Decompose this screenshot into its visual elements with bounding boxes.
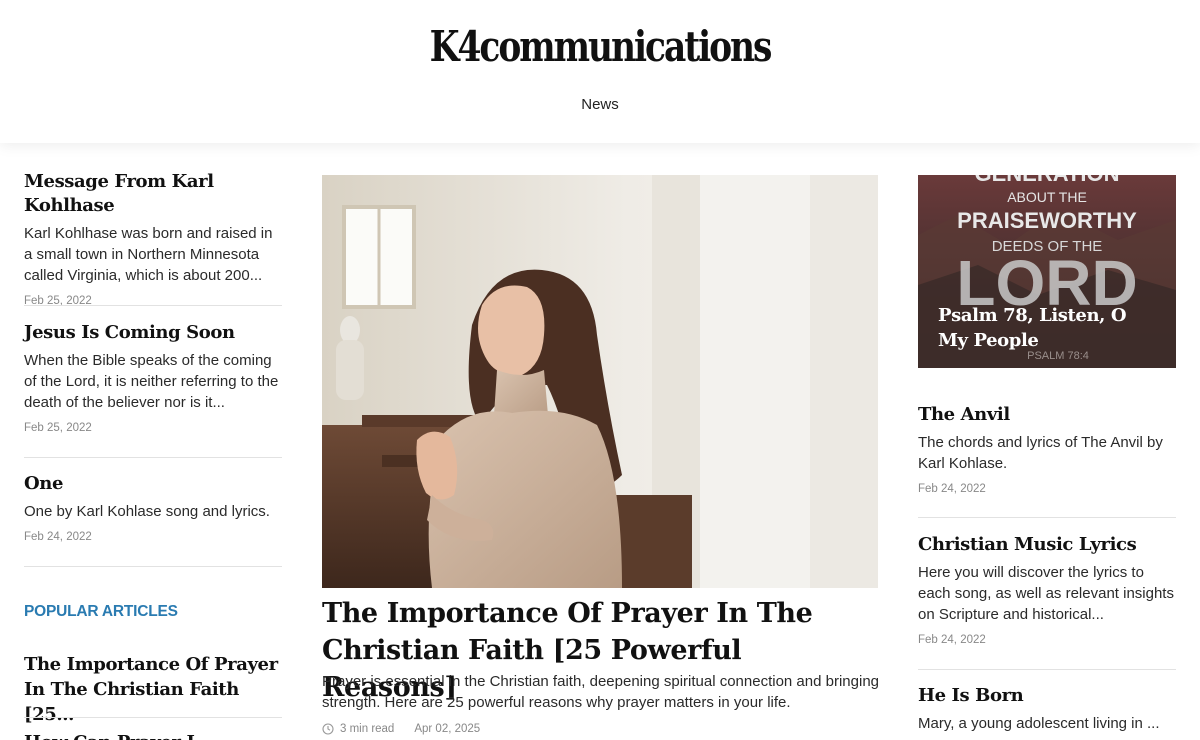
- popular-article[interactable]: The Importance Of Prayer In The Christia…: [24, 652, 282, 727]
- popular-article-title[interactable]: How Can Prayer I...: [24, 730, 282, 740]
- article-excerpt: Mary, a young adolescent living in ...: [918, 715, 1160, 732]
- praying-woman-photo: [322, 175, 878, 588]
- article-title[interactable]: Message From Karl Kohlhase: [24, 170, 282, 218]
- featured-article-meta: 3 min read Apr 02, 2025: [322, 723, 480, 735]
- article-card[interactable]: Jesus Is Coming Soon When the Bible spea…: [24, 321, 282, 434]
- article-date: Apr 02, 2025: [414, 723, 481, 735]
- article-excerpt: The chords and lyrics of The Anvil by Ka…: [918, 434, 1163, 472]
- article-card[interactable]: He Is Born Mary, a young adolescent livi…: [918, 684, 1176, 734]
- article-date: Feb 25, 2022: [24, 422, 92, 434]
- article-date: Feb 24, 2022: [918, 483, 986, 495]
- divider: [918, 669, 1176, 670]
- divider: [24, 566, 282, 567]
- nav-item-news[interactable]: News: [0, 96, 1200, 113]
- divider: [24, 305, 282, 306]
- featured-article-excerpt: Prayer is essential in the Christian fai…: [322, 673, 879, 711]
- site-logo[interactable]: K4communications: [108, 22, 1092, 71]
- psalm-card-title[interactable]: Psalm 78, Listen, O My People: [938, 303, 1158, 353]
- read-time: 3 min read: [340, 723, 395, 735]
- article-card[interactable]: Christian Music Lyrics Here you will dis…: [918, 533, 1176, 646]
- divider: [24, 457, 282, 458]
- article-card[interactable]: Message From Karl Kohlhase Karl Kohlhase…: [24, 170, 282, 307]
- article-excerpt: Here you will discover the lyrics to eac…: [918, 564, 1174, 623]
- divider: [24, 717, 282, 718]
- article-date: Feb 24, 2022: [918, 634, 986, 646]
- article-title[interactable]: The Anvil: [918, 403, 1176, 427]
- article-title[interactable]: Jesus Is Coming Soon: [24, 321, 282, 345]
- article-excerpt: One by Karl Kohlase song and lyrics.: [24, 503, 270, 520]
- article-date: Feb 24, 2022: [24, 531, 92, 543]
- article-title[interactable]: He Is Born: [918, 684, 1176, 708]
- popular-articles-heading: POPULAR ARTICLES: [24, 603, 178, 620]
- image-text: ABOUT THE: [1007, 189, 1087, 205]
- popular-article[interactable]: How Can Prayer I...: [24, 730, 282, 740]
- clock-icon: [322, 723, 334, 735]
- article-card[interactable]: The Anvil The chords and lyrics of The A…: [918, 403, 1176, 495]
- image-text: PRAISEWORTHY: [957, 208, 1137, 233]
- article-card[interactable]: One One by Karl Kohlase song and lyrics.…: [24, 472, 282, 543]
- site-header: K4communications News: [0, 0, 1200, 143]
- article-title[interactable]: Christian Music Lyrics: [918, 533, 1176, 557]
- featured-image[interactable]: [322, 175, 878, 588]
- article-title[interactable]: One: [24, 472, 282, 496]
- psalm-feature-card[interactable]: GENERATION ABOUT THE PRAISEWORTHY DEEDS …: [918, 175, 1176, 368]
- article-excerpt: When the Bible speaks of the coming of t…: [24, 352, 279, 411]
- article-excerpt: Karl Kohlhase was born and raised in a s…: [24, 225, 273, 284]
- divider: [918, 517, 1176, 518]
- image-text: GENERATION: [974, 175, 1119, 186]
- popular-article-title[interactable]: The Importance Of Prayer In The Christia…: [24, 652, 282, 727]
